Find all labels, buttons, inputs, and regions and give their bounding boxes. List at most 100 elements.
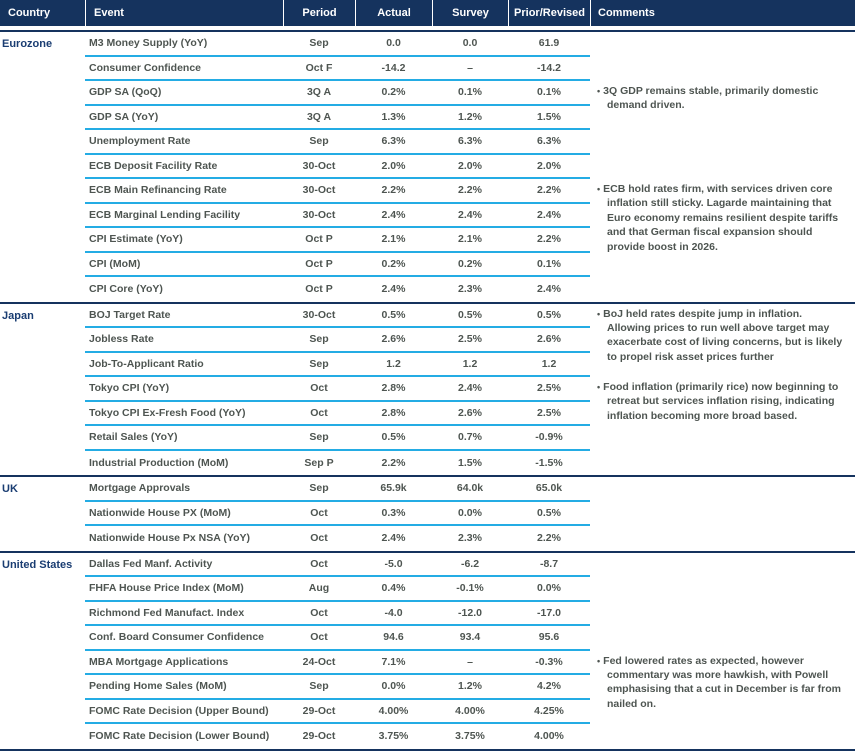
comment-item: •BoJ held rates despite jump in inflatio…: [590, 307, 845, 365]
survey-cell: 0.5%: [432, 304, 508, 329]
prior-revised-cell: 2.4%: [508, 277, 590, 302]
prior-revised-cell: 2.5%: [508, 377, 590, 402]
comment-text: ECB hold rates firm, with services drive…: [603, 183, 838, 253]
prior-revised-cell: 2.2%: [508, 526, 590, 551]
country-spacer-cell: [0, 502, 85, 527]
country-spacer-cell: [0, 700, 85, 725]
country-label: Eurozone: [0, 32, 52, 57]
country-section-uk: UKMortgage ApprovalsSep65.9k64.0k65.0kNa…: [0, 477, 855, 553]
survey-cell: 0.2%: [432, 253, 508, 278]
event-cell: Tokyo CPI Ex-Fresh Food (YoY): [85, 402, 283, 427]
actual-cell: 3.75%: [355, 724, 432, 749]
prior-revised-cell: 0.5%: [508, 502, 590, 527]
country-section-united-states: United StatesDallas Fed Manf. ActivityOc…: [0, 553, 855, 751]
comment-item: •Food inflation (primarily rice) now beg…: [590, 380, 845, 423]
actual-cell: 2.1%: [355, 228, 432, 253]
actual-cell: 0.2%: [355, 81, 432, 106]
period-cell: Oct P: [283, 277, 355, 302]
country-section-eurozone: EurozoneM3 Money Supply (YoY)Sep0.00.061…: [0, 32, 855, 304]
actual-cell: 65.9k: [355, 477, 432, 502]
survey-cell: 0.0%: [432, 502, 508, 527]
comments-column: •3Q GDP remains stable, primarily domest…: [590, 32, 855, 302]
comment-text: BoJ held rates despite jump in inflation…: [603, 308, 842, 363]
actual-cell: 2.4%: [355, 277, 432, 302]
column-header-country: Country: [0, 0, 85, 26]
country-spacer-cell: [0, 277, 85, 302]
column-header-comments: Comments: [590, 0, 855, 26]
country-spacer-cell: [0, 675, 85, 700]
event-cell: Pending Home Sales (MoM): [85, 675, 283, 700]
actual-cell: 94.6: [355, 626, 432, 651]
prior-revised-cell: -1.5%: [508, 451, 590, 476]
period-cell: 30-Oct: [283, 155, 355, 180]
prior-revised-cell: 0.0%: [508, 577, 590, 602]
country-spacer-cell: [0, 328, 85, 353]
event-cell: FOMC Rate Decision (Upper Bound): [85, 700, 283, 725]
actual-cell: 0.5%: [355, 304, 432, 329]
period-cell: 29-Oct: [283, 724, 355, 749]
period-cell: Sep: [283, 426, 355, 451]
prior-revised-cell: 2.0%: [508, 155, 590, 180]
period-cell: Oct: [283, 553, 355, 578]
survey-cell: 2.3%: [432, 526, 508, 551]
actual-cell: -4.0: [355, 602, 432, 627]
event-cell: Job-To-Applicant Ratio: [85, 353, 283, 378]
event-cell: M3 Money Supply (YoY): [85, 32, 283, 57]
period-cell: 30-Oct: [283, 179, 355, 204]
country-spacer-cell: [0, 81, 85, 106]
comment-text: 3Q GDP remains stable, primarily domesti…: [603, 85, 818, 111]
prior-revised-cell: 4.00%: [508, 724, 590, 749]
column-header-actual: Actual: [355, 0, 432, 26]
column-header-survey: Survey: [432, 0, 508, 26]
event-cell: MBA Mortgage Applications: [85, 651, 283, 676]
survey-cell: 2.0%: [432, 155, 508, 180]
event-cell: Consumer Confidence: [85, 57, 283, 82]
country-spacer-cell: [0, 602, 85, 627]
survey-cell: 3.75%: [432, 724, 508, 749]
period-cell: Oct P: [283, 253, 355, 278]
country-spacer-cell: [0, 57, 85, 82]
comment-text: Food inflation (primarily rice) now begi…: [603, 381, 838, 422]
period-cell: 3Q A: [283, 81, 355, 106]
country-spacer-cell: [0, 253, 85, 278]
prior-revised-cell: -0.3%: [508, 651, 590, 676]
event-cell: Dallas Fed Manf. Activity: [85, 553, 283, 578]
comment-text: Fed lowered rates as expected, however c…: [603, 655, 841, 710]
prior-revised-cell: 6.3%: [508, 130, 590, 155]
country-spacer-cell: [0, 155, 85, 180]
country-spacer-cell: [0, 626, 85, 651]
period-cell: 24-Oct: [283, 651, 355, 676]
period-cell: 30-Oct: [283, 204, 355, 229]
event-cell: GDP SA (QoQ): [85, 81, 283, 106]
actual-cell: 0.4%: [355, 577, 432, 602]
event-cell: Nationwide House PX (MoM): [85, 502, 283, 527]
table-header-row: CountryEventPeriodActualSurveyPrior/Revi…: [0, 0, 855, 26]
country-section-japan: JapanBOJ Target Rate30-Oct0.5%0.5%0.5%Jo…: [0, 304, 855, 478]
actual-cell: 2.8%: [355, 377, 432, 402]
survey-cell: –: [432, 57, 508, 82]
event-cell: Richmond Fed Manufact. Index: [85, 602, 283, 627]
actual-cell: 2.4%: [355, 204, 432, 229]
period-cell: Sep: [283, 328, 355, 353]
comments-column: [590, 477, 855, 551]
event-cell: FOMC Rate Decision (Lower Bound): [85, 724, 283, 749]
period-cell: Sep: [283, 353, 355, 378]
country-spacer-cell: [0, 106, 85, 131]
period-cell: Oct: [283, 377, 355, 402]
event-cell: ECB Main Refinancing Rate: [85, 179, 283, 204]
comments-column: •BoJ held rates despite jump in inflatio…: [590, 304, 855, 476]
column-header-prior: Prior/Revised: [508, 0, 590, 26]
prior-revised-cell: -0.9%: [508, 426, 590, 451]
prior-revised-cell: -17.0: [508, 602, 590, 627]
actual-cell: 7.1%: [355, 651, 432, 676]
actual-cell: 2.4%: [355, 526, 432, 551]
survey-cell: 0.7%: [432, 426, 508, 451]
comment-item: •ECB hold rates firm, with services driv…: [590, 182, 845, 254]
comment-item: •Fed lowered rates as expected, however …: [590, 654, 845, 712]
survey-cell: 1.2%: [432, 675, 508, 700]
actual-cell: 2.6%: [355, 328, 432, 353]
period-cell: Oct: [283, 626, 355, 651]
actual-cell: -5.0: [355, 553, 432, 578]
event-cell: GDP SA (YoY): [85, 106, 283, 131]
survey-cell: 2.5%: [432, 328, 508, 353]
